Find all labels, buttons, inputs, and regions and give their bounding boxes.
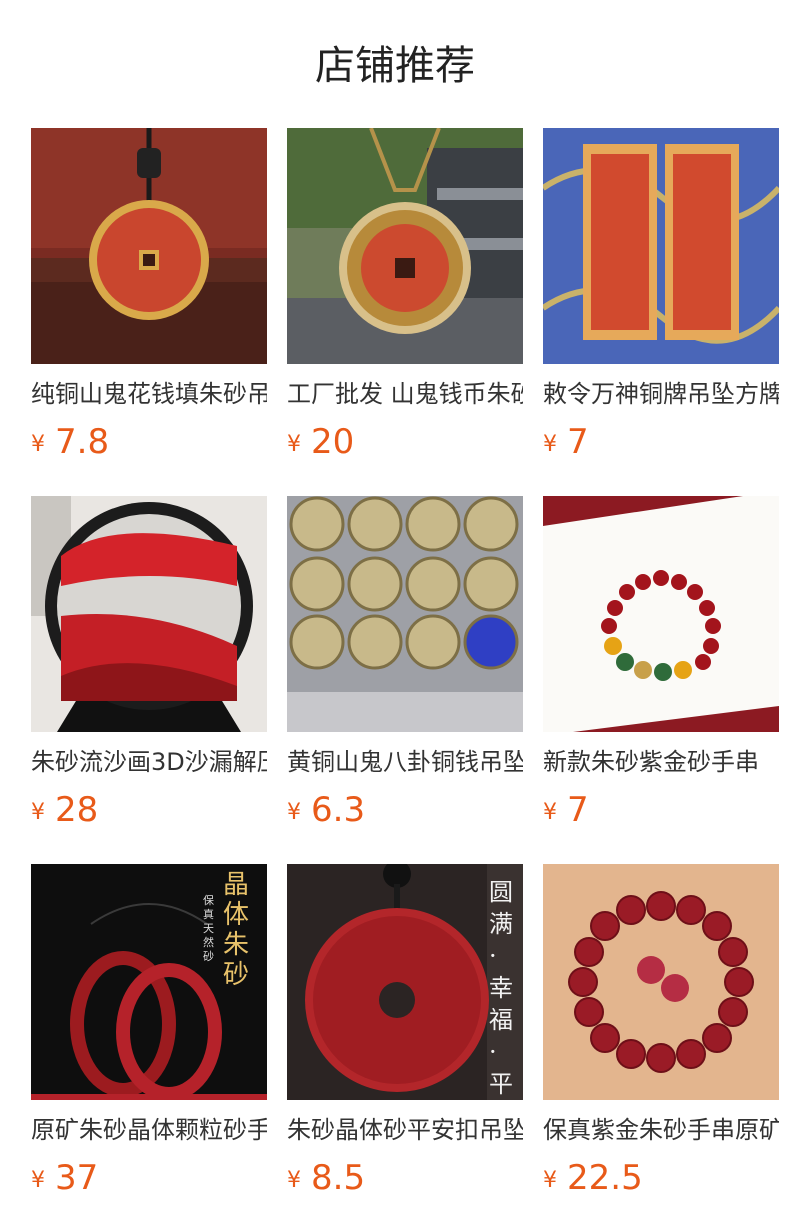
- product-name[interactable]: 敕令万神铜牌吊坠方牌: [543, 378, 779, 410]
- product-name[interactable]: 保真紫金朱砂手串原矿: [543, 1114, 779, 1146]
- product-price: ¥7.8: [31, 422, 267, 468]
- product-name[interactable]: 朱砂流沙画3D沙漏解压摆件: [31, 746, 267, 778]
- bangle-image[interactable]: 晶体朱砂 保真天然砂: [31, 864, 267, 1100]
- coin-necklace-image[interactable]: [287, 128, 523, 364]
- currency-symbol: ¥: [31, 432, 45, 457]
- price-value: 6.3: [311, 790, 366, 830]
- price-value: 20: [311, 422, 355, 462]
- bangle-subtitle: 保真天然砂: [203, 894, 214, 963]
- product-card[interactable]: 工厂批发 山鬼钱币朱砂吊坠 ¥20: [287, 128, 523, 468]
- currency-symbol: ¥: [31, 1168, 45, 1193]
- product-card[interactable]: 敕令万神铜牌吊坠方牌 ¥7: [543, 128, 779, 468]
- product-price: ¥7: [543, 422, 779, 468]
- currency-symbol: ¥: [543, 1168, 557, 1193]
- sand-art-image[interactable]: [31, 496, 267, 732]
- product-price: ¥37: [31, 1158, 267, 1204]
- product-card[interactable]: 黄铜山鬼八卦铜钱吊坠 ¥6.3: [287, 496, 523, 836]
- coin-pendant-image[interactable]: [31, 128, 267, 364]
- currency-symbol: ¥: [31, 800, 45, 825]
- price-value: 7: [567, 790, 589, 830]
- bracelet-image[interactable]: [543, 496, 779, 732]
- product-name[interactable]: 朱砂晶体砂平安扣吊坠: [287, 1114, 523, 1146]
- product-card[interactable]: 晶体朱砂 保真天然砂 原矿朱砂晶体颗粒砂手镯 ¥37: [31, 864, 267, 1204]
- price-value: 37: [55, 1158, 99, 1198]
- currency-symbol: ¥: [543, 800, 557, 825]
- product-price: ¥20: [287, 422, 523, 468]
- price-value: 7.8: [55, 422, 110, 462]
- product-card[interactable]: 圆满·幸福·平安 朱砂晶体砂平安扣吊坠 ¥8.5: [287, 864, 523, 1204]
- donut-pendant-image[interactable]: 圆满·幸福·平安: [287, 864, 523, 1100]
- product-price: ¥6.3: [287, 790, 523, 836]
- product-name[interactable]: 新款朱砂紫金砂手串: [543, 746, 779, 778]
- copper-plaque-image[interactable]: [543, 128, 779, 364]
- currency-symbol: ¥: [543, 432, 557, 457]
- product-card[interactable]: 新款朱砂紫金砂手串 ¥7: [543, 496, 779, 836]
- product-price: ¥8.5: [287, 1158, 523, 1204]
- pendant-text: 圆满·幸福·平安: [489, 878, 513, 1098]
- product-price: ¥28: [31, 790, 267, 836]
- price-value: 28: [55, 790, 99, 830]
- bead-bracelet-image[interactable]: [543, 864, 779, 1100]
- currency-symbol: ¥: [287, 1168, 301, 1193]
- price-value: 22.5: [567, 1158, 643, 1198]
- product-card[interactable]: 保真紫金朱砂手串原矿 ¥22.5: [543, 864, 779, 1204]
- page-title: 店铺推荐: [315, 43, 475, 89]
- brass-coins-image[interactable]: [287, 496, 523, 732]
- currency-symbol: ¥: [287, 432, 301, 457]
- product-name[interactable]: 纯铜山鬼花钱填朱砂吊坠: [31, 378, 267, 410]
- product-card[interactable]: 朱砂流沙画3D沙漏解压摆件 ¥28: [31, 496, 267, 836]
- bangle-title: 晶体朱砂: [223, 870, 250, 990]
- product-name[interactable]: 黄铜山鬼八卦铜钱吊坠: [287, 746, 523, 778]
- price-value: 8.5: [311, 1158, 366, 1198]
- price-value: 7: [567, 422, 589, 462]
- product-price: ¥7: [543, 790, 779, 836]
- currency-symbol: ¥: [287, 800, 301, 825]
- product-name[interactable]: 工厂批发 山鬼钱币朱砂吊坠: [287, 378, 523, 410]
- product-card[interactable]: 纯铜山鬼花钱填朱砂吊坠 ¥7.8: [31, 128, 267, 468]
- product-price: ¥22.5: [543, 1158, 779, 1204]
- product-name[interactable]: 原矿朱砂晶体颗粒砂手镯: [31, 1114, 267, 1146]
